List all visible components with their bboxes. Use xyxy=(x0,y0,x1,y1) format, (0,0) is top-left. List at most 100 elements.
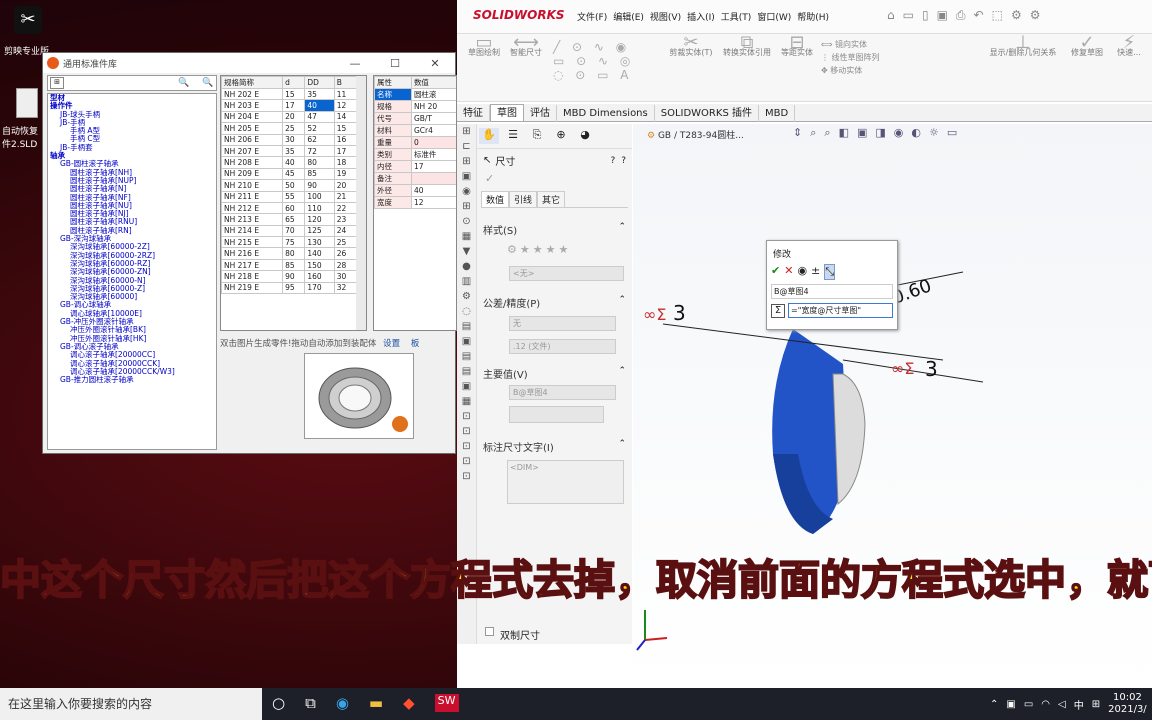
command-tab[interactable]: 评估 xyxy=(524,105,557,122)
spec-row[interactable]: NH 211 E 55 100 21 xyxy=(221,190,358,203)
spec-cell[interactable]: NH 210 E xyxy=(221,179,284,192)
spec-cell[interactable]: NH 204 E xyxy=(221,110,284,124)
menu-item[interactable]: 工具(T) xyxy=(721,10,752,23)
tree-view-icon[interactable]: ⊞ xyxy=(50,77,64,89)
spec-row[interactable]: NH 207 E 35 72 17 xyxy=(221,144,358,158)
prop-row[interactable]: 规格 NH 20 xyxy=(374,100,456,113)
spec-cell[interactable]: 60 xyxy=(282,201,306,215)
prop-value[interactable]: 12 xyxy=(410,196,456,209)
clock[interactable]: 10:02 2021/3/ xyxy=(1108,692,1147,716)
spec-table[interactable]: 规格简称 d DD B NH 202 E 15 35 11 NH 203 E 17 40 12 NH 2… xyxy=(221,76,358,295)
prop-value[interactable]: 圆柱滚 xyxy=(410,88,456,101)
ribbon-move[interactable]: ✥ 移动实体 xyxy=(821,64,901,77)
search-icon[interactable]: 🔍 xyxy=(178,78,192,88)
wifi-icon[interactable]: ◠ xyxy=(1041,699,1050,710)
edge-icon[interactable]: ◉ xyxy=(336,694,349,712)
primary-value-field[interactable] xyxy=(509,406,604,423)
spec-cell[interactable]: NH 216 E xyxy=(221,247,284,260)
ok-icon[interactable]: ✓ xyxy=(477,172,632,185)
cortana-icon[interactable]: ○ xyxy=(272,694,285,712)
spec-cell[interactable]: 130 xyxy=(304,236,335,249)
extra-link[interactable]: 板 xyxy=(411,339,420,349)
cancel-icon[interactable]: ✕ xyxy=(784,264,793,280)
spec-cell[interactable]: NH 217 E xyxy=(221,258,284,272)
spec-cell[interactable]: NH 203 E xyxy=(221,99,284,112)
select-icon[interactable]: ⬚ xyxy=(992,8,1003,23)
ribbon-smart-dim[interactable]: ⟷ 智能尺寸 xyxy=(505,34,547,58)
menu-item[interactable]: 编辑(E) xyxy=(613,10,644,23)
command-tab[interactable]: MBD Dimensions xyxy=(557,105,655,122)
spec-cell[interactable]: NH 218 E xyxy=(221,270,284,283)
spec-cell[interactable]: 75 xyxy=(282,236,306,249)
spec-row[interactable]: NH 216 E 80 140 26 xyxy=(221,247,358,260)
prop-name[interactable]: 内径 xyxy=(374,160,412,173)
tolerance-select[interactable]: 无 xyxy=(509,316,616,331)
spec-row[interactable]: NH 205 E 25 52 15 xyxy=(221,122,358,135)
spec-cell[interactable]: 45 xyxy=(282,167,306,181)
modify-equation-field[interactable]: ="宽度@尺寸草图" xyxy=(788,303,893,318)
spec-cell[interactable]: 65 xyxy=(282,213,306,226)
spec-row[interactable]: NH 219 E 95 170 32 xyxy=(221,281,358,295)
pm-display-icon[interactable]: ◕ xyxy=(575,128,595,144)
ribbon-offset[interactable]: ⊟ 等距实体 xyxy=(779,34,815,58)
prop-name[interactable]: 类别 xyxy=(374,148,412,161)
spec-row[interactable]: NH 203 E 17 40 12 xyxy=(221,99,358,112)
spec-cell[interactable]: 14 xyxy=(333,110,358,124)
help-icon[interactable]: ? xyxy=(610,156,615,166)
close-button[interactable]: ✕ xyxy=(415,57,455,70)
spec-cell[interactable]: 85 xyxy=(282,258,306,272)
spec-cell[interactable]: 17 xyxy=(333,144,358,158)
dimtext-section-header[interactable]: 标注尺寸文字(I) ⌃ xyxy=(477,439,632,454)
parts-tree[interactable]: 型材 操作件 JB-球头手柄 JB-手柄 手柄 A型 手柄 C型 JB-手柄套 轴承 GB-圆柱… xyxy=(47,93,217,450)
volume-icon[interactable]: ◁ xyxy=(1058,699,1066,710)
spec-cell[interactable]: NH 214 E xyxy=(221,224,284,238)
spec-row[interactable]: NH 210 E 50 90 20 xyxy=(221,179,358,192)
file-explorer-icon[interactable]: ▬ xyxy=(369,694,383,712)
rebuild-icon[interactable]: ⚙ xyxy=(1011,8,1022,23)
style-select[interactable]: <无> xyxy=(509,266,624,281)
spec-header[interactable]: 规格简称 xyxy=(221,76,284,89)
prop-name[interactable]: 规格 xyxy=(374,100,412,113)
menu-item[interactable]: 帮助(H) xyxy=(797,10,829,23)
spec-cell[interactable]: 24 xyxy=(333,224,358,238)
prop-name[interactable]: 宽度 xyxy=(374,196,412,209)
command-tab[interactable]: 草图 xyxy=(490,104,524,121)
spec-cell[interactable]: 19 xyxy=(333,167,358,181)
prop-row[interactable]: 材料 GCr4 xyxy=(374,124,456,137)
spec-cell[interactable]: NH 206 E xyxy=(221,133,284,146)
menu-item[interactable]: 窗口(W) xyxy=(757,10,791,23)
task-view-icon[interactable]: ⧉ xyxy=(305,694,316,712)
style-icons[interactable]: ⚙★★★★ xyxy=(477,237,632,262)
spec-row[interactable]: NH 212 E 60 110 22 xyxy=(221,201,358,215)
spec-scrollbar[interactable] xyxy=(356,76,366,330)
search-next-icon[interactable]: 🔍 xyxy=(202,78,216,88)
ribbon-trim[interactable]: ✂ 剪裁实体(T) xyxy=(665,34,717,58)
help2-icon[interactable]: ? xyxy=(621,156,626,166)
style-section-header[interactable]: 样式(S) ⌃ xyxy=(477,222,632,237)
spec-cell[interactable]: 15 xyxy=(333,122,358,135)
prop-value[interactable]: GB/T xyxy=(410,112,456,125)
prop-value[interactable]: NH 20 xyxy=(410,100,456,113)
tree-node[interactable]: JB-手柄套 xyxy=(48,143,216,152)
spec-cell[interactable]: NH 219 E xyxy=(221,281,284,295)
spec-cell[interactable]: 100 xyxy=(304,190,335,203)
spec-cell[interactable]: 30 xyxy=(282,133,306,146)
spec-cell[interactable]: 15 xyxy=(282,87,306,101)
ribbon-repair[interactable]: ✓ 修复草图 xyxy=(1069,34,1105,58)
spec-cell[interactable]: 80 xyxy=(304,156,335,169)
spec-cell[interactable]: 90 xyxy=(282,270,306,283)
spec-cell[interactable]: NH 213 E xyxy=(221,213,284,226)
primary-section-header[interactable]: 主要值(V) ⌃ xyxy=(477,366,632,381)
spec-header[interactable]: B xyxy=(333,76,358,89)
maximize-button[interactable]: ☐ xyxy=(375,57,415,70)
spec-cell[interactable]: 62 xyxy=(304,133,335,146)
pm-dimxpert-icon[interactable]: ⊕ xyxy=(551,128,571,144)
pm-subtab[interactable]: 引线 xyxy=(509,191,538,207)
precision-select[interactable]: .12 (文件) xyxy=(509,339,616,354)
home-icon[interactable]: ⌂ xyxy=(887,8,895,23)
spec-cell[interactable]: 25 xyxy=(282,122,306,135)
spec-cell[interactable]: NH 205 E xyxy=(221,122,284,135)
prop-value[interactable]: 40 xyxy=(410,184,456,197)
spec-row[interactable]: NH 213 E 65 120 23 xyxy=(221,213,358,226)
spec-cell[interactable]: 20 xyxy=(333,179,358,192)
